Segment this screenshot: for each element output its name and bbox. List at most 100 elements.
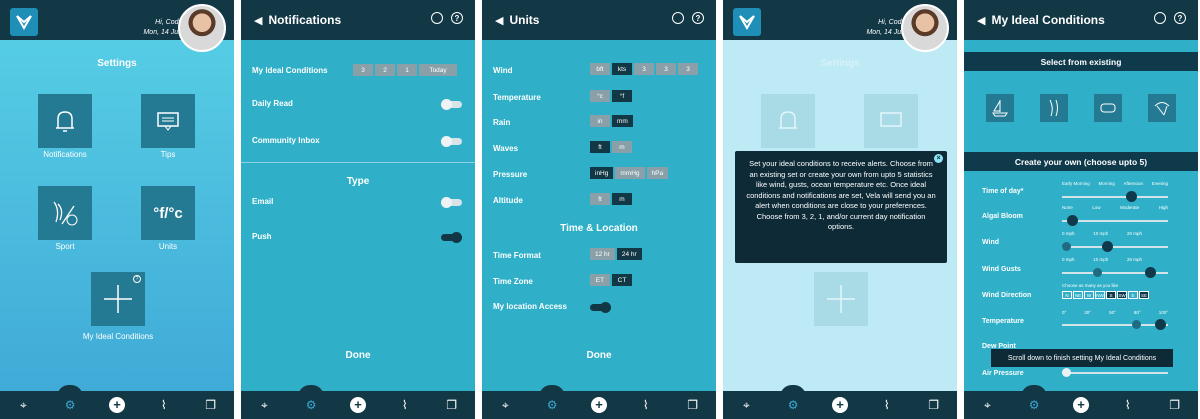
documents-icon[interactable]: ❐: [926, 398, 942, 412]
add-icon[interactable]: +: [108, 397, 125, 413]
back-icon[interactable]: ◀: [254, 14, 262, 27]
notifications-tile[interactable]: [38, 94, 92, 148]
direction-se[interactable]: SE: [1139, 291, 1149, 299]
gear-icon[interactable]: ⚙: [62, 398, 78, 412]
slider-knob[interactable]: [1155, 319, 1167, 330]
slider-knob[interactable]: [1092, 268, 1102, 277]
option-today[interactable]: Today: [419, 64, 457, 76]
option-2[interactable]: 2: [375, 64, 395, 76]
surf-preset[interactable]: [1040, 94, 1068, 122]
slider-knob[interactable]: [1125, 191, 1137, 202]
time-of-day-slider[interactable]: [1062, 191, 1168, 202]
snorkel-preset[interactable]: [1094, 94, 1122, 122]
daily-read-toggle[interactable]: [441, 99, 462, 110]
info-icon[interactable]: ?: [133, 275, 141, 283]
slider-knob[interactable]: [1067, 215, 1079, 226]
sport-tile[interactable]: [38, 186, 92, 240]
search-icon[interactable]: [431, 12, 443, 24]
kite-preset[interactable]: [1148, 94, 1176, 122]
documents-icon[interactable]: ❐: [444, 398, 460, 412]
time-format-12[interactable]: 12 hr: [590, 248, 615, 260]
ideal-conditions-tile[interactable]: [814, 272, 868, 326]
slider-knob[interactable]: [1131, 320, 1141, 329]
gear-icon[interactable]: ⚙: [785, 398, 801, 412]
units-tile[interactable]: °f/°c: [141, 186, 195, 240]
push-toggle[interactable]: [441, 232, 462, 243]
direction-sw[interactable]: SW: [1117, 291, 1127, 299]
direction-ne[interactable]: NE: [1073, 291, 1083, 299]
avatar[interactable]: [901, 4, 949, 52]
temperature-slider[interactable]: [1062, 319, 1168, 330]
gear-icon[interactable]: ⚙: [1026, 398, 1042, 412]
slider-knob[interactable]: [1062, 368, 1071, 377]
tips-tile[interactable]: [141, 94, 195, 148]
search-icon[interactable]: [1154, 12, 1166, 24]
option-3[interactable]: 3: [353, 64, 373, 76]
documents-icon[interactable]: ❐: [1167, 398, 1183, 412]
search-icon[interactable]: [672, 12, 684, 24]
done-button[interactable]: Done: [482, 350, 716, 361]
map-pin-icon[interactable]: ⌖: [979, 398, 995, 413]
add-icon[interactable]: +: [1072, 397, 1089, 413]
documents-icon[interactable]: ❐: [203, 398, 219, 412]
time-zone-ct[interactable]: CT: [612, 274, 632, 286]
back-icon[interactable]: ◀: [977, 14, 985, 27]
back-icon[interactable]: ◀: [495, 14, 503, 27]
map-pin-icon[interactable]: ⌖: [256, 398, 272, 413]
surfer-icon[interactable]: ⌇: [397, 398, 413, 412]
algal-bloom-slider[interactable]: [1062, 215, 1168, 226]
help-icon[interactable]: ?: [451, 12, 463, 24]
app-logo[interactable]: [10, 8, 38, 36]
gear-icon[interactable]: ⚙: [544, 398, 560, 412]
wind-gusts-slider[interactable]: [1062, 267, 1168, 278]
done-button[interactable]: Done: [241, 350, 475, 361]
unit-option[interactable]: kts: [612, 63, 632, 75]
add-icon[interactable]: +: [590, 397, 607, 413]
ideal-conditions-tile[interactable]: ?: [91, 272, 145, 326]
app-logo[interactable]: [733, 8, 761, 36]
unit-option[interactable]: m: [612, 141, 632, 153]
wind-slider[interactable]: [1062, 241, 1168, 252]
unit-option[interactable]: mm: [612, 115, 633, 127]
unit-option[interactable]: hPa: [646, 167, 669, 179]
map-pin-icon[interactable]: ⌖: [497, 398, 513, 413]
slider-knob[interactable]: [1062, 242, 1071, 251]
unit-option[interactable]: 3: [634, 63, 654, 75]
avatar[interactable]: [178, 4, 226, 52]
slider-knob[interactable]: [1144, 267, 1156, 278]
direction-n[interactable]: N: [1062, 291, 1072, 299]
map-pin-icon[interactable]: ⌖: [738, 398, 754, 413]
surfer-icon[interactable]: ⌇: [879, 398, 895, 412]
unit-option[interactable]: m: [612, 193, 632, 205]
unit-option[interactable]: bft: [590, 63, 610, 75]
direction-e[interactable]: E: [1128, 291, 1138, 299]
option-1[interactable]: 1: [397, 64, 417, 76]
unit-option[interactable]: in: [590, 115, 610, 127]
surfer-icon[interactable]: ⌇: [638, 398, 654, 412]
direction-s[interactable]: S: [1106, 291, 1116, 299]
surfer-icon[interactable]: ⌇: [156, 398, 172, 412]
time-zone-et[interactable]: ET: [590, 274, 610, 286]
add-icon[interactable]: +: [349, 397, 366, 413]
map-pin-icon[interactable]: ⌖: [15, 398, 31, 413]
direction-nw[interactable]: NW: [1095, 291, 1105, 299]
air-pressure-slider[interactable]: [1062, 368, 1168, 377]
unit-option[interactable]: 3: [678, 63, 698, 75]
close-icon[interactable]: ×: [934, 154, 943, 163]
help-icon[interactable]: ?: [692, 12, 704, 24]
slider-knob[interactable]: [1102, 241, 1114, 252]
unit-option[interactable]: °c: [590, 90, 610, 102]
email-toggle[interactable]: [441, 197, 462, 208]
unit-option[interactable]: 3: [656, 63, 676, 75]
location-toggle[interactable]: [590, 302, 611, 313]
unit-option[interactable]: °f: [612, 90, 632, 102]
documents-icon[interactable]: ❐: [685, 398, 701, 412]
community-toggle[interactable]: [441, 136, 462, 147]
add-icon[interactable]: +: [831, 397, 848, 413]
help-icon[interactable]: ?: [1174, 12, 1186, 24]
direction-w[interactable]: W: [1084, 291, 1094, 299]
gear-icon[interactable]: ⚙: [303, 398, 319, 412]
sailing-preset[interactable]: [986, 94, 1014, 122]
surfer-icon[interactable]: ⌇: [1120, 398, 1136, 412]
unit-option[interactable]: mmHg: [615, 167, 645, 179]
